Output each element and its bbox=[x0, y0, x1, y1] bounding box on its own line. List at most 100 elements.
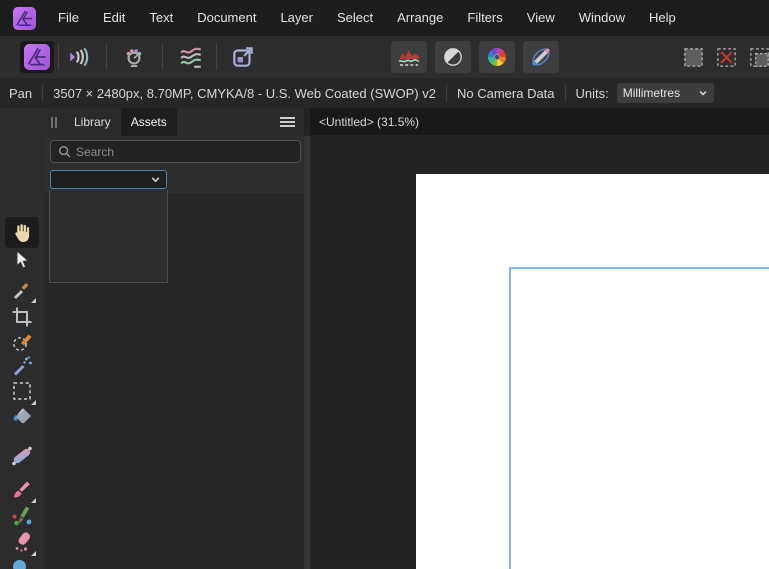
selected-image-frame[interactable] bbox=[509, 267, 769, 569]
liquify-persona-button[interactable] bbox=[63, 41, 97, 73]
export-persona-button[interactable] bbox=[226, 41, 260, 73]
category-dropdown-popup[interactable] bbox=[49, 190, 168, 283]
colour-replacement-brush-tool-button[interactable] bbox=[10, 503, 34, 527]
develop-persona-icon bbox=[126, 49, 142, 68]
select-all-icon bbox=[683, 47, 703, 67]
toolbar-separator bbox=[216, 44, 217, 70]
develop-persona-button[interactable] bbox=[117, 41, 151, 73]
gradient-icon bbox=[12, 446, 32, 466]
hand-icon bbox=[15, 224, 30, 242]
menu-help[interactable]: Help bbox=[637, 0, 688, 36]
persona-group bbox=[20, 41, 260, 73]
camera-data-status: No Camera Data bbox=[456, 85, 555, 101]
invert-selection-icon bbox=[749, 47, 769, 67]
auto-colour-button[interactable] bbox=[479, 41, 515, 73]
selection-brush-icon bbox=[13, 334, 32, 351]
document-info: 3507 × 2480px, 8.70MP, CMYKA/8 - U.S. We… bbox=[53, 85, 436, 101]
cursor-arrow-icon bbox=[16, 249, 30, 269]
menu-bar: File Edit Text Document Layer Select Arr… bbox=[0, 0, 769, 36]
menu-text[interactable]: Text bbox=[137, 0, 185, 36]
move-tool-button[interactable] bbox=[10, 248, 34, 272]
crop-tool-button[interactable] bbox=[10, 305, 34, 329]
photo-persona-icon bbox=[24, 44, 50, 70]
auto-contrast-button[interactable] bbox=[435, 41, 471, 73]
category-row bbox=[44, 166, 304, 193]
toolbar-separator bbox=[162, 44, 163, 70]
invert-selection-button[interactable] bbox=[746, 42, 769, 72]
tab-library[interactable]: Library bbox=[64, 108, 121, 136]
paint-brush-tool-button[interactable] bbox=[10, 477, 36, 503]
tone-mapping-persona-button[interactable] bbox=[174, 41, 208, 73]
current-tool-label: Pan bbox=[9, 85, 33, 101]
deselect-button[interactable] bbox=[713, 42, 739, 72]
auto-colour-icon bbox=[488, 48, 506, 66]
context-toolbar: Pan 3507 × 2480px, 8.70MP, CMYKA/8 - U.S… bbox=[0, 78, 769, 108]
panel-tab-bar: Library Assets bbox=[44, 108, 304, 136]
photo-persona-button[interactable] bbox=[20, 41, 54, 73]
auto-levels-button[interactable] bbox=[391, 41, 427, 73]
colour-picker-tool-button[interactable] bbox=[10, 277, 36, 303]
menu-file[interactable]: File bbox=[46, 0, 91, 36]
document-tab[interactable]: <Untitled> (31.5%) bbox=[310, 115, 419, 129]
menu-document[interactable]: Document bbox=[185, 0, 268, 36]
auto-levels-icon bbox=[398, 50, 420, 66]
category-dropdown[interactable] bbox=[50, 170, 167, 189]
tool-flyout-indicator bbox=[31, 551, 36, 556]
rectangular-marquee-tool-button[interactable] bbox=[10, 379, 36, 405]
search-input[interactable] bbox=[76, 144, 276, 159]
colour-replacement-brush-icon bbox=[12, 506, 32, 526]
magic-wand-icon bbox=[14, 356, 32, 376]
units-value: Millimetres bbox=[622, 86, 681, 100]
menu-select[interactable]: Select bbox=[325, 0, 385, 36]
crop-icon bbox=[12, 307, 32, 327]
dodge-brush-tool-button[interactable] bbox=[10, 557, 34, 569]
search-row bbox=[44, 136, 304, 166]
tool-flyout-indicator bbox=[31, 298, 36, 303]
menu-list: File Edit Text Document Layer Select Arr… bbox=[46, 0, 688, 36]
menu-layer[interactable]: Layer bbox=[268, 0, 325, 36]
auto-white-balance-button[interactable] bbox=[523, 41, 559, 73]
auto-contrast-icon bbox=[444, 48, 462, 66]
flood-fill-tool-button[interactable] bbox=[10, 405, 34, 429]
erase-brush-tool-button[interactable] bbox=[10, 530, 36, 556]
document-tab-bar: <Untitled> (31.5%) bbox=[310, 108, 769, 135]
panel-menu-icon[interactable] bbox=[280, 115, 295, 129]
dodge-brush-icon bbox=[13, 560, 26, 569]
tools-panel bbox=[0, 108, 44, 569]
context-separator bbox=[42, 84, 44, 102]
menu-view[interactable]: View bbox=[515, 0, 567, 36]
selection-brush-tool-button[interactable] bbox=[10, 330, 34, 354]
flood-select-tool-button[interactable] bbox=[10, 354, 34, 378]
liquify-persona-icon bbox=[70, 47, 89, 67]
menu-window[interactable]: Window bbox=[567, 0, 637, 36]
deselect-icon bbox=[716, 47, 736, 67]
menu-edit[interactable]: Edit bbox=[91, 0, 137, 36]
auto-adjustment-group bbox=[391, 41, 559, 73]
toolbar-separator bbox=[58, 44, 59, 70]
affinity-photo-window: File Edit Text Document Layer Select Arr… bbox=[0, 0, 769, 569]
document-view[interactable]: <Untitled> (31.5%) bbox=[310, 108, 769, 569]
menu-arrange[interactable]: Arrange bbox=[385, 0, 455, 36]
assets-panel: Library Assets bbox=[44, 108, 304, 569]
select-all-button[interactable] bbox=[680, 42, 706, 72]
export-persona-icon bbox=[233, 47, 253, 67]
paint-bucket-icon bbox=[13, 408, 31, 424]
context-separator bbox=[445, 84, 447, 102]
auto-white-balance-icon bbox=[532, 48, 550, 66]
panel-drag-handle-icon[interactable] bbox=[51, 116, 57, 128]
tab-assets[interactable]: Assets bbox=[120, 108, 177, 136]
chevron-down-icon bbox=[699, 90, 707, 96]
chevron-down-icon bbox=[151, 177, 160, 183]
view-tool-button[interactable] bbox=[10, 221, 34, 245]
search-field[interactable] bbox=[50, 140, 301, 163]
main-toolbar bbox=[0, 36, 769, 78]
selection-commands-group bbox=[680, 41, 769, 73]
menu-filters[interactable]: Filters bbox=[455, 0, 514, 36]
tone-mapping-persona-icon bbox=[180, 47, 202, 68]
search-icon bbox=[58, 145, 71, 158]
gradient-tool-button[interactable] bbox=[10, 444, 34, 468]
units-dropdown[interactable]: Millimetres bbox=[616, 83, 714, 103]
app-logo-icon bbox=[13, 6, 36, 30]
context-separator bbox=[564, 84, 566, 102]
units-label: Units: bbox=[575, 85, 609, 101]
